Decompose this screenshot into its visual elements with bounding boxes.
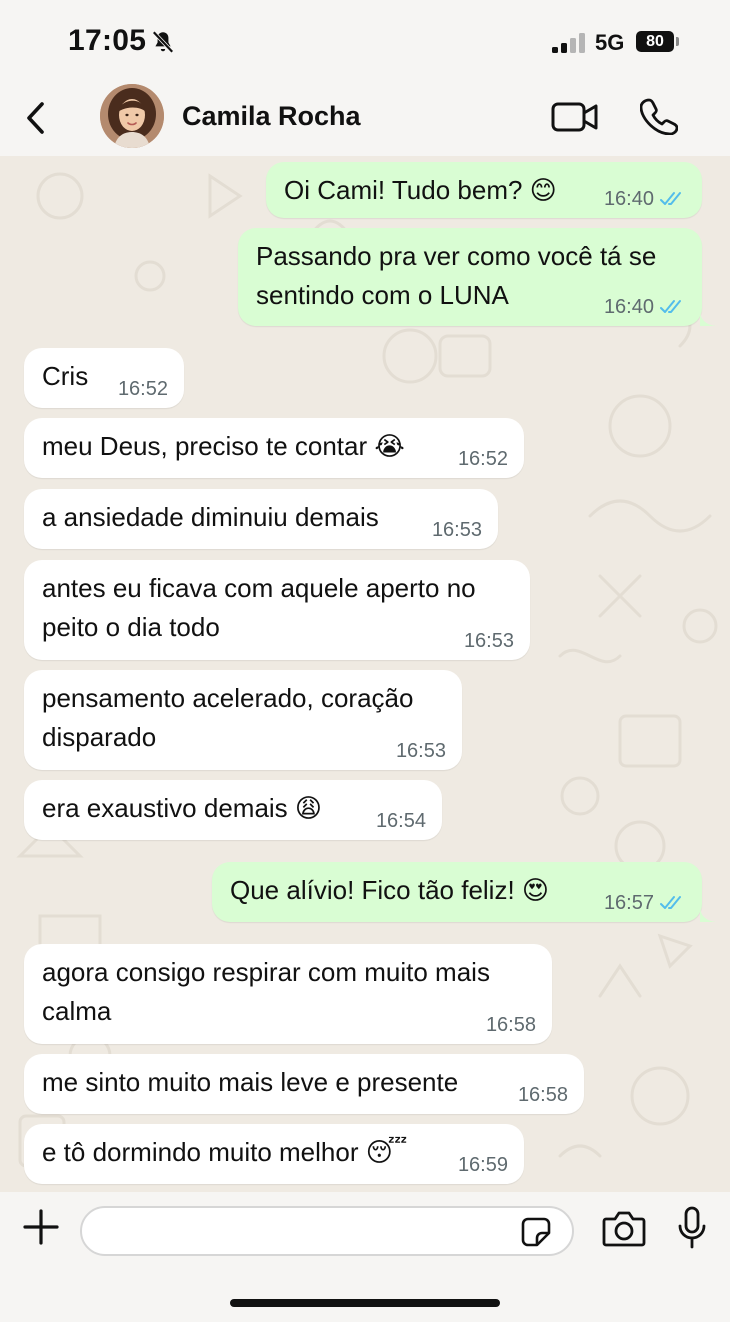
message-time: 16:53 xyxy=(395,740,446,762)
message-text: e tô dormindo muito melhor 😴 xyxy=(42,1137,408,1167)
bell-muted-icon xyxy=(152,30,174,54)
message-bubble-incoming[interactable]: agora consigo respirar com muito mais ca… xyxy=(24,944,552,1044)
message-time: 16:58 xyxy=(517,1084,568,1106)
message-bubble-incoming[interactable]: antes eu ficava com aquele aperto no pei… xyxy=(24,560,530,660)
read-ticks-icon xyxy=(660,192,681,205)
read-ticks-icon xyxy=(660,896,681,909)
message-bubble-incoming[interactable]: e tô dormindo muito melhor 😴 16:59 xyxy=(24,1124,524,1184)
microphone-icon[interactable] xyxy=(676,1206,708,1250)
message-time: 16:53 xyxy=(431,519,482,541)
message-input[interactable] xyxy=(80,1206,574,1256)
bubble-tail xyxy=(700,310,716,326)
message-text: meu Deus, preciso te contar 😭 xyxy=(42,431,405,461)
back-chevron-icon[interactable] xyxy=(22,98,52,138)
message-bubble-incoming[interactable]: pensamento acelerado, coração disparado … xyxy=(24,670,462,770)
message-time: 16:57 xyxy=(603,892,654,914)
signal-icon xyxy=(552,33,585,53)
chat-area[interactable]: Oi Cami! Tudo bem? 😊 16:40 Passando pra … xyxy=(0,156,730,1192)
message-time: 16:54 xyxy=(375,810,426,832)
plus-icon[interactable] xyxy=(22,1208,60,1246)
bubble-tail xyxy=(700,906,716,922)
message-bubble-incoming[interactable]: Cris 16:52 xyxy=(24,348,184,408)
message-bubble-incoming[interactable]: meu Deus, preciso te contar 😭 16:52 xyxy=(24,418,524,478)
message-text: antes eu ficava com aquele aperto no pei… xyxy=(42,573,476,642)
message-time: 16:52 xyxy=(117,378,168,400)
status-time: 17:05 xyxy=(68,24,147,57)
message-bubble-outgoing[interactable]: Passando pra ver como você tá se sentind… xyxy=(238,228,702,326)
message-text: agora consigo respirar com muito mais ca… xyxy=(42,957,490,1026)
sticker-icon[interactable] xyxy=(520,1216,552,1248)
battery-icon: 80 xyxy=(636,31,680,52)
phone-call-icon[interactable] xyxy=(640,97,678,135)
message-bubble-outgoing[interactable]: Que alívio! Fico tão feliz! 😍 16:57 xyxy=(212,862,702,922)
message-text: a ansiedade diminuiu demais xyxy=(42,502,379,532)
message-time: 16:40 xyxy=(603,188,654,210)
message-bubble-outgoing[interactable]: Oi Cami! Tudo bem? 😊 16:40 xyxy=(266,162,702,218)
read-ticks-icon xyxy=(660,300,681,313)
message-time: 16:58 xyxy=(485,1014,536,1036)
avatar[interactable] xyxy=(100,84,164,148)
message-text: era exaustivo demais 😩 xyxy=(42,793,323,823)
message-time: 16:40 xyxy=(603,296,654,318)
status-bar: 17:05 5G 80 xyxy=(0,0,730,80)
video-call-icon[interactable] xyxy=(551,100,599,134)
network-type: 5G xyxy=(595,30,625,55)
chat-header: Camila Rocha xyxy=(0,80,730,156)
message-time: 16:52 xyxy=(457,448,508,470)
camera-icon[interactable] xyxy=(602,1210,646,1248)
message-bubble-incoming[interactable]: me sinto muito mais leve e presente 16:5… xyxy=(24,1054,584,1114)
battery-level: 80 xyxy=(636,31,674,52)
message-bubble-incoming[interactable]: a ansiedade diminuiu demais 16:53 xyxy=(24,489,498,549)
message-time: 16:59 xyxy=(457,1154,508,1176)
message-text: me sinto muito mais leve e presente xyxy=(42,1067,459,1097)
message-time: 16:53 xyxy=(463,630,514,652)
home-indicator[interactable] xyxy=(230,1299,500,1307)
message-text: pensamento acelerado, coração disparado xyxy=(42,683,414,752)
contact-name[interactable]: Camila Rocha xyxy=(182,101,361,132)
message-bubble-incoming[interactable]: era exaustivo demais 😩 16:54 xyxy=(24,780,442,840)
